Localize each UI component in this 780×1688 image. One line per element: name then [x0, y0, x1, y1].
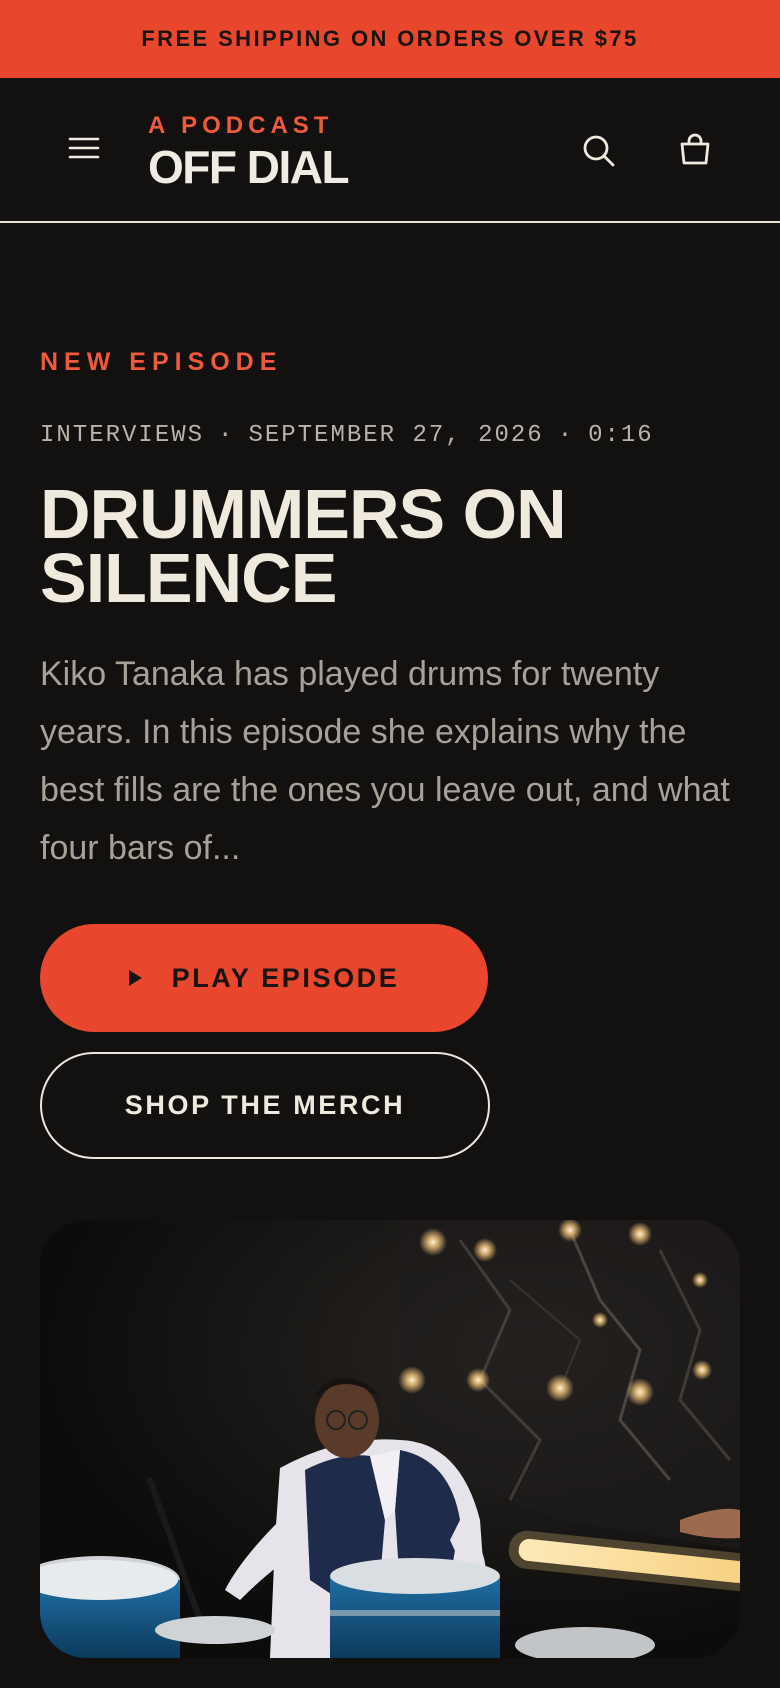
episode-meta: INTERVIEWS · SEPTEMBER 27, 2026 · 0:16	[40, 422, 654, 449]
play-icon	[128, 970, 142, 986]
shop-merch-button[interactable]: SHOP THE MERCH	[40, 1052, 490, 1159]
episode-category[interactable]: INTERVIEWS	[40, 422, 204, 449]
shop-merch-label: SHOP THE MERCH	[124, 1090, 406, 1120]
announcement-bar: FREE SHIPPING ON ORDERS OVER $75	[0, 0, 780, 78]
episode-duration: 0:16	[588, 422, 654, 449]
play-episode-label: PLAY EPISODE	[171, 962, 400, 993]
search-button[interactable]	[576, 128, 622, 174]
brand-kicker: A PODCAST	[148, 112, 334, 139]
meta-separator: ·	[218, 422, 235, 449]
episode-description: Kiko Tanaka has played drums for twenty …	[40, 655, 730, 867]
brand-name: OFF DIAL	[148, 141, 350, 193]
play-episode-button[interactable]: PLAY EPISODE	[40, 924, 488, 1032]
search-icon	[583, 135, 615, 167]
new-episode-label: NEW EPISODE	[40, 348, 283, 376]
brand-logo[interactable]: A PODCAST OFF DIAL	[148, 112, 350, 193]
menu-icon	[68, 137, 100, 159]
drummer-photo	[40, 1220, 740, 1658]
cart-button[interactable]	[672, 126, 718, 172]
shopping-bag-icon	[680, 133, 710, 165]
episode-date: SEPTEMBER 27, 2026	[248, 422, 544, 449]
announcement-text: FREE SHIPPING ON ORDERS OVER $75	[141, 26, 639, 51]
episode-title[interactable]: DRUMMERS ON SILENCE	[40, 479, 740, 613]
menu-button[interactable]	[62, 126, 106, 170]
site-header: A PODCAST OFF DIAL	[0, 78, 780, 223]
meta-separator: ·	[557, 422, 575, 449]
